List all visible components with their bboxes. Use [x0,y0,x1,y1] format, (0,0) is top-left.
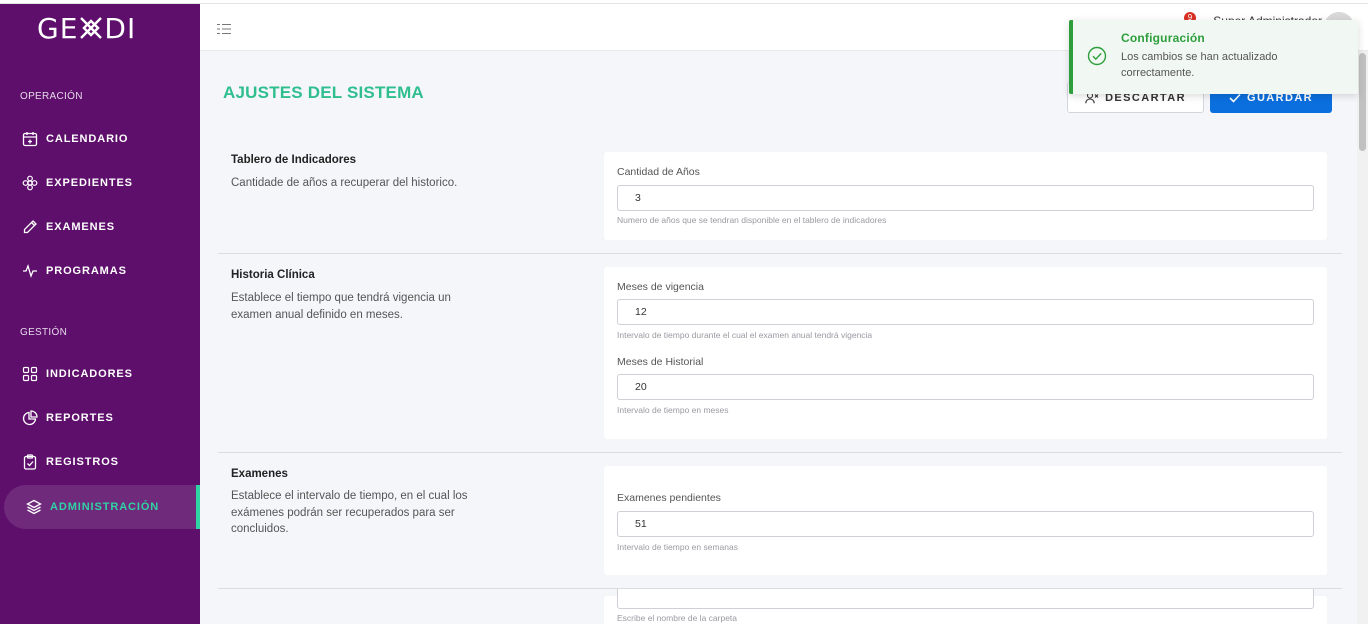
success-toast[interactable]: Configuración Los cambios se han actuali… [1069,20,1358,94]
settings-card: Meses de vigencia 12 Intervalo de tiempo… [604,267,1327,439]
settings-card: Escribe el nombre de la carpeta [604,589,1327,624]
field-help: Intervalo de tiempo en meses [617,405,729,415]
logo-text-right: DI [104,12,137,45]
field-help: Intervalo de tiempo durante el cual el e… [617,330,873,340]
sidebar-item-registros[interactable]: REGISTROS [0,442,200,482]
logo-text-left: GE [37,12,79,45]
logo-mark-icon [80,17,103,39]
sidebar-item-label: REPORTES [46,412,114,424]
field-label: Meses de Historial [617,356,704,368]
settings-section-examenes: Examenes Establece el intervalo de tiemp… [218,453,1342,589]
meses-vigencia-input[interactable]: 12 [617,299,1314,325]
sidebar-item-administracion[interactable]: ADMINISTRACIÓN [4,485,200,529]
grid-icon [21,365,39,383]
sidebar-item-reportes[interactable]: REPORTES [0,398,200,438]
page-scrollbar[interactable] [1357,51,1368,624]
field-label: Meses de vigencia [617,281,704,293]
sidebar-item-label: PROGRAMAS [46,265,127,277]
section-title: Tablero de Indicadores [231,154,357,166]
section-label-gestion: GESTIÓN [20,327,68,338]
sidebar-item-label: REGISTROS [46,456,119,468]
examenes-pendientes-input[interactable]: 51 [617,511,1314,537]
field-help: Numero de años que se tendran disponible… [617,215,887,225]
calendar-plus-icon [21,130,39,148]
carpeta-input[interactable] [617,589,1314,609]
sidebar-item-calendario[interactable]: CALENDARIO [0,119,200,159]
settings-section-tablero: Tablero de Indicadores Cantidade de años… [218,140,1342,254]
cantidad-anos-input[interactable]: 3 [617,185,1314,211]
sidebar-item-label: INDICADORES [46,368,133,380]
toast-title: Configuración [1121,31,1205,45]
settings-card: Examenes pendientes 51 Intervalo de tiem… [604,466,1327,575]
check-icon [1229,93,1241,103]
scrollbar-thumb[interactable] [1359,53,1366,151]
sidebar-item-indicadores[interactable]: INDICADORES [0,354,200,394]
section-description: Establece el tiempo que tendrá vigencia … [231,292,451,321]
section-title: Historia Clínica [231,269,315,281]
sidebar-item-label: CALENDARIO [46,133,129,145]
activity-icon [21,262,39,280]
field-label: Cantidad de Años [617,166,700,178]
flower-icon [21,174,39,192]
check-circle-icon [1087,46,1107,71]
settings-section-carpeta: Escribe el nombre de la carpeta [218,589,1342,624]
page-title: AJUSTES DEL SISTEMA [223,83,424,102]
sidebar-item-expedientes[interactable]: EXPEDIENTES [0,163,200,203]
sidebar-item-label: EXAMENES [46,221,115,233]
sidebar-item-programas[interactable]: PROGRAMAS [0,251,200,291]
pie-chart-icon [21,409,39,427]
field-help: Intervalo de tiempo en semanas [617,542,738,552]
section-description: Cantidade de años a recuperar del histor… [231,177,458,189]
sidebar-item-examenes[interactable]: EXAMENES [0,207,200,247]
field-help: Escribe el nombre de la carpeta [617,613,738,623]
toast-message: Los cambios se han actualizado correctam… [1121,51,1278,79]
section-label-operacion: OPERACIÓN [20,91,83,102]
settings-card: Cantidad de Años 3 Numero de años que se… [604,152,1327,240]
pen-icon [21,218,39,236]
section-title: Examenes [231,468,288,480]
sidebar: GE DI OPERACIÓN CALENDARIO EXPEDIENTES EX… [0,0,200,624]
layers-icon [25,498,43,516]
menu-toggle-icon[interactable] [216,22,232,40]
clipboard-check-icon [21,453,39,471]
sidebar-item-label: ADMINISTRACIÓN [50,501,160,513]
meses-historial-input[interactable]: 20 [617,374,1314,400]
app-logo[interactable]: GE DI [37,12,136,45]
sidebar-item-label: EXPEDIENTES [46,177,133,189]
field-label: Examenes pendientes [617,492,721,504]
settings-section-historia-clinica: Historia Clínica Establece el tiempo que… [218,254,1342,453]
section-description: Establece el intervalo de tiempo, en el … [231,490,468,535]
